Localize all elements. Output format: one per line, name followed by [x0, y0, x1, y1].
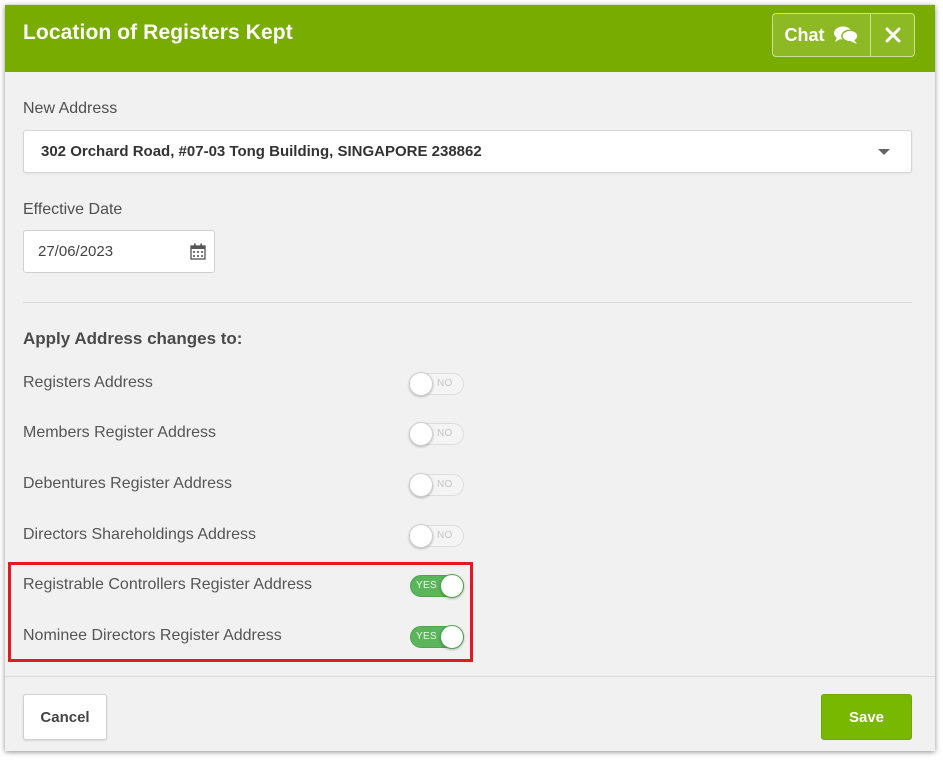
- effective-date-value: 27/06/2023: [38, 243, 114, 260]
- modal-header: Location of Registers Kept Chat: [5, 5, 935, 72]
- toggle-knob: [409, 524, 433, 548]
- close-button[interactable]: [871, 14, 914, 56]
- toggle-knob: [409, 372, 433, 396]
- members-register-toggle[interactable]: NO: [409, 422, 464, 446]
- toggle-state-text: NO: [437, 428, 453, 439]
- directors-shareholdings-toggle[interactable]: NO: [409, 524, 464, 548]
- location-of-registers-modal: Location of Registers Kept Chat New Addr…: [5, 5, 935, 751]
- chat-bubbles-icon: [833, 26, 859, 44]
- toggle-label: Members Register Address: [23, 424, 216, 441]
- cancel-button[interactable]: Cancel: [23, 694, 107, 740]
- modal-title: Location of Registers Kept: [23, 21, 293, 44]
- highlight-annotation-box: [8, 562, 473, 662]
- toggle-state-text: NO: [437, 378, 453, 389]
- caret-down-icon: [878, 149, 890, 155]
- toggle-row-registers-address: Registers Address NO: [23, 371, 464, 397]
- toggle-label: Debentures Register Address: [23, 475, 232, 492]
- toggle-label: Registers Address: [23, 374, 153, 391]
- toggle-knob: [409, 422, 433, 446]
- new-address-select[interactable]: 302 Orchard Road, #07-03 Tong Building, …: [23, 130, 912, 173]
- chat-button[interactable]: Chat: [773, 14, 871, 56]
- toggle-knob: [409, 473, 433, 497]
- toggle-state-text: NO: [437, 530, 453, 541]
- registers-address-toggle[interactable]: NO: [409, 372, 464, 396]
- toggle-row-members-register: Members Register Address NO: [23, 421, 464, 447]
- close-icon: [885, 27, 900, 43]
- header-button-group: Chat: [772, 13, 915, 57]
- apply-changes-heading: Apply Address changes to:: [23, 329, 243, 348]
- effective-date-label: Effective Date: [23, 201, 123, 218]
- new-address-value: 302 Orchard Road, #07-03 Tong Building, …: [41, 143, 482, 160]
- footer-divider: [5, 676, 935, 677]
- toggle-row-directors-shareholdings: Directors Shareholdings Address NO: [23, 523, 464, 549]
- effective-date-input[interactable]: 27/06/2023: [23, 230, 215, 273]
- debentures-register-toggle[interactable]: NO: [409, 473, 464, 497]
- save-button[interactable]: Save: [821, 694, 912, 740]
- new-address-label: New Address: [23, 100, 118, 117]
- chat-button-label: Chat: [784, 24, 825, 45]
- toggle-row-debentures-register: Debentures Register Address NO: [23, 472, 464, 498]
- section-divider: [23, 302, 912, 303]
- toggle-state-text: NO: [437, 479, 453, 490]
- toggle-label: Directors Shareholdings Address: [23, 526, 257, 543]
- calendar-icon[interactable]: [190, 243, 206, 260]
